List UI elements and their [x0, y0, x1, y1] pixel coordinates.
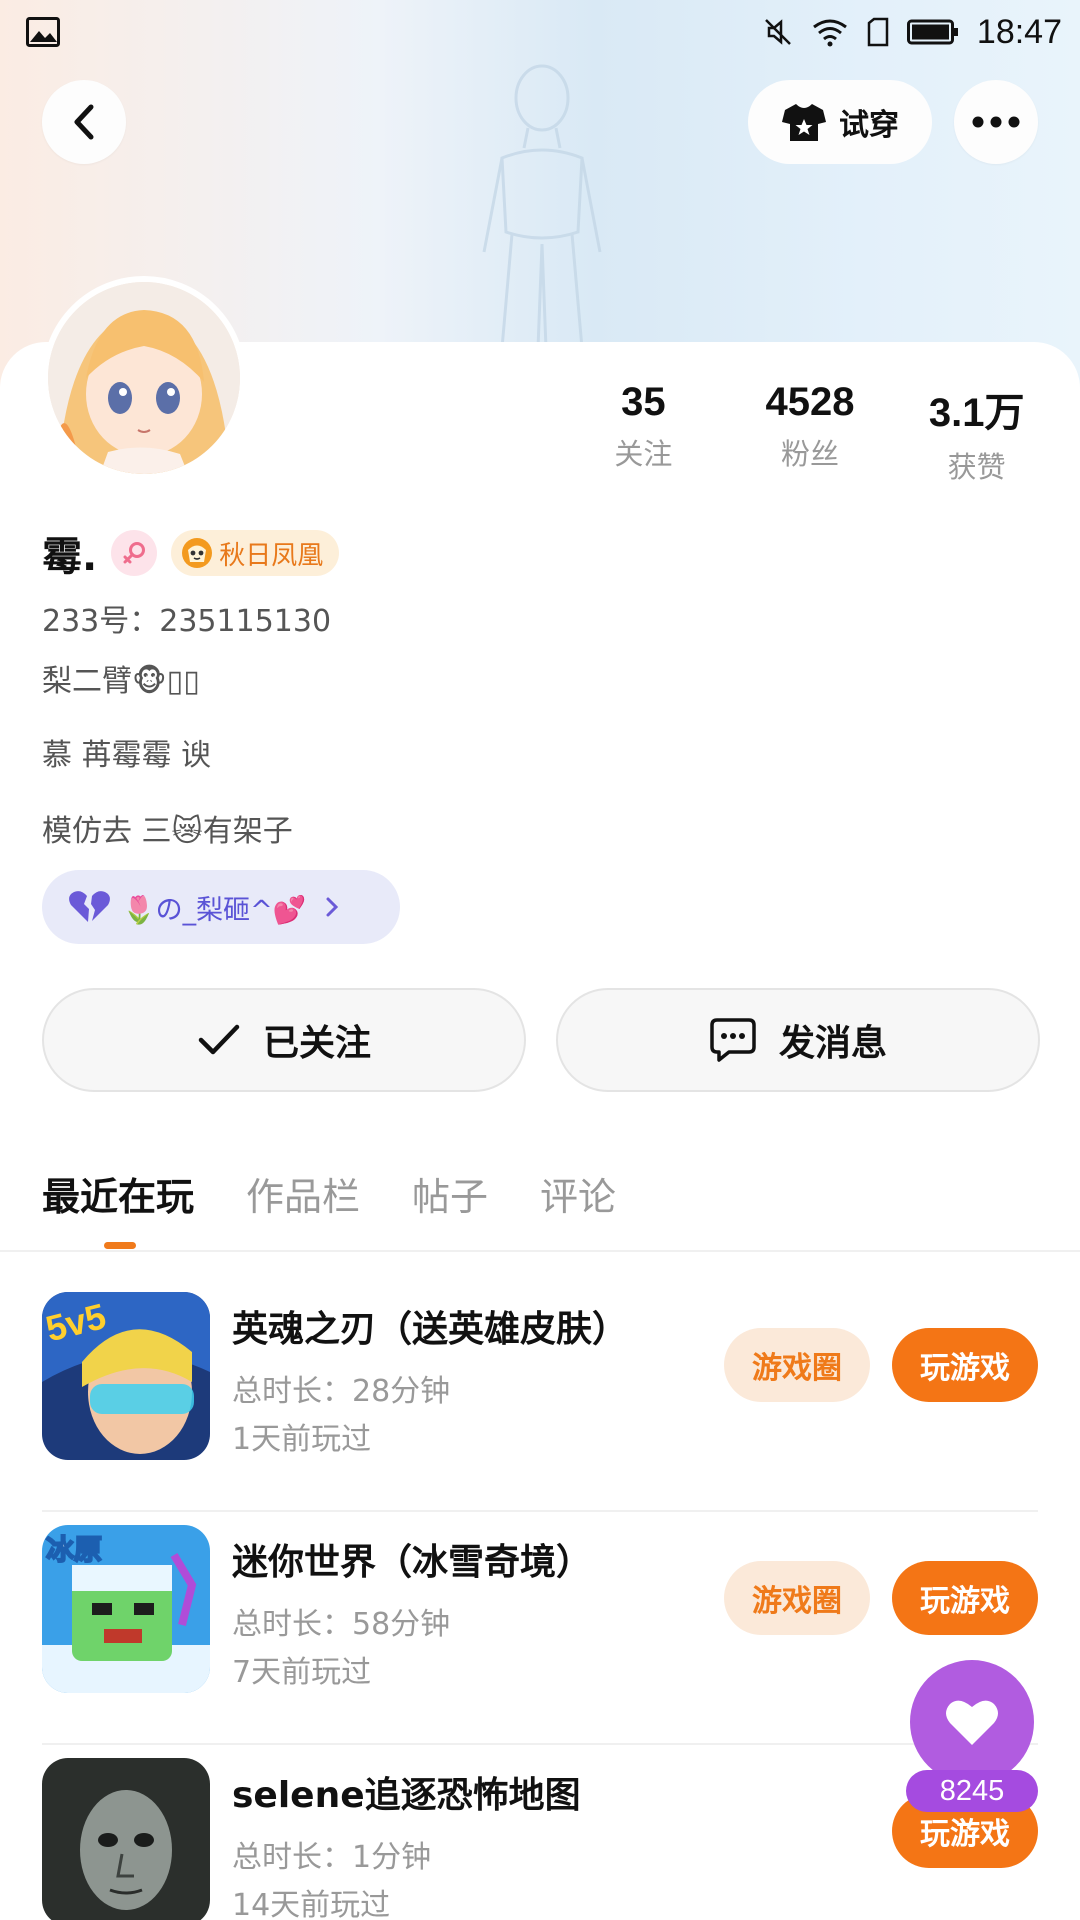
sim-card-icon [867, 17, 889, 47]
message-button[interactable]: 发消息 [556, 988, 1040, 1092]
wifi-icon [813, 19, 847, 47]
game-icon-yinghun: 5v5 [42, 1292, 210, 1460]
game-icon-selene [42, 1758, 210, 1920]
stat-label: 关注 [614, 437, 673, 471]
tab-recently-played[interactable]: 最近在玩 [42, 1166, 194, 1221]
shirt-icon [782, 104, 826, 141]
stat-value: 4528 [765, 380, 855, 424]
stat-likes[interactable]: 3.1万 获赞 [893, 380, 1060, 486]
game-last-played: 7天前玩过 [232, 1655, 372, 1690]
heart-icon [946, 1700, 998, 1745]
linked-account-pill[interactable]: 🌷の_梨砸^💕 [42, 870, 400, 944]
active-tab-indicator [104, 1242, 136, 1249]
game-row[interactable]: 冰原 迷你世界（冰雪奇境） 总时长：58分钟 7天前玩过 游戏圈 玩游戏 [42, 1513, 1038, 1745]
row-divider [42, 1510, 1038, 1512]
bio-line-2: 慕 苒霉霉 谀 [42, 738, 212, 773]
back-button[interactable] [42, 80, 126, 164]
tabs-divider [0, 1250, 1080, 1252]
mute-icon [765, 19, 791, 45]
title-badge-label: 秋日凤凰 [219, 540, 324, 571]
more-button[interactable] [954, 80, 1038, 164]
followed-button[interactable]: 已关注 [42, 988, 526, 1092]
user-name: 霉. [42, 534, 98, 580]
tab-comments[interactable]: 评论 [540, 1166, 616, 1221]
battery-icon [906, 19, 958, 45]
tab-works[interactable]: 作品栏 [246, 1166, 360, 1221]
try-on-button[interactable]: 试穿 [748, 80, 932, 164]
followed-label: 已关注 [262, 1023, 371, 1064]
check-icon [198, 1024, 240, 1055]
game-title: selene追逐恐怖地图 [232, 1775, 581, 1816]
like-float-button[interactable] [910, 1660, 1034, 1784]
profile-tabs: 最近在玩 作品栏 帖子 评论 [42, 1166, 616, 1221]
user-id: 233号：235115130 [42, 604, 332, 639]
game-title: 英魂之刃（送英雄皮肤） [232, 1309, 629, 1350]
game-circle-button[interactable]: 游戏圈 [724, 1328, 870, 1402]
gallery-icon [26, 17, 60, 47]
avatar[interactable] [42, 276, 246, 480]
try-on-label: 试穿 [839, 108, 899, 143]
like-count: 8245 [906, 1770, 1038, 1812]
anime-avatar-image [48, 282, 240, 474]
chat-bubble-icon [710, 1018, 756, 1062]
play-game-button[interactable]: 玩游戏 [892, 1328, 1038, 1402]
bio-line-1: 梨二臂🐵▯▯ [42, 664, 200, 699]
broken-heart-icon [69, 891, 110, 922]
game-icon-miniworld: 冰原 [42, 1525, 210, 1693]
avatar-3d-figure [482, 64, 602, 349]
profile-stats: 35 关注 4528 粉丝 3.1万 获赞 [560, 380, 1060, 486]
svg-text:冰原: 冰原 [46, 1533, 102, 1566]
status-bar: 18:47 [0, 0, 1080, 64]
row-divider [42, 1743, 1038, 1745]
message-label: 发消息 [778, 1023, 887, 1064]
game-duration: 总时长：28分钟 [232, 1374, 451, 1409]
game-duration: 总时长：58分钟 [232, 1607, 451, 1642]
game-last-played: 1天前玩过 [232, 1422, 372, 1457]
stat-label: 获赞 [947, 450, 1006, 484]
more-dots-icon [972, 116, 1020, 128]
chevron-right-icon [326, 897, 339, 917]
stat-value: 3.1万 [928, 391, 1025, 435]
title-badge[interactable]: 秋日凤凰 [171, 530, 340, 576]
game-circle-button[interactable]: 游戏圈 [724, 1561, 870, 1635]
game-row[interactable]: selene追逐恐怖地图 总时长：1分钟 14天前玩过 玩游戏 [42, 1746, 1038, 1920]
stat-label: 粉丝 [781, 437, 840, 471]
female-gender-icon [111, 530, 158, 576]
game-title: 迷你世界（冰雪奇境） [232, 1542, 593, 1583]
bio-line-3: 模仿去 三😿有架子 [42, 814, 293, 849]
play-game-button[interactable]: 玩游戏 [892, 1561, 1038, 1635]
name-row: 霉. 秋日凤凰 [42, 524, 340, 582]
status-time: 18:47 [976, 12, 1062, 51]
linked-account-label: 🌷の_梨砸^💕 [122, 894, 307, 926]
chevron-left-icon [74, 104, 94, 140]
tab-posts[interactable]: 帖子 [412, 1166, 488, 1221]
stat-followers[interactable]: 4528 粉丝 [727, 380, 894, 486]
game-duration: 总时长：1分钟 [232, 1840, 432, 1875]
stat-value: 35 [621, 380, 666, 424]
game-row[interactable]: 5v5 英魂之刃（送英雄皮肤） 总时长：28分钟 1天前玩过 游戏圈 玩游戏 [42, 1280, 1038, 1512]
phoenix-badge-icon [182, 538, 213, 568]
game-last-played: 14天前玩过 [232, 1888, 391, 1920]
stat-following[interactable]: 35 关注 [560, 380, 727, 486]
